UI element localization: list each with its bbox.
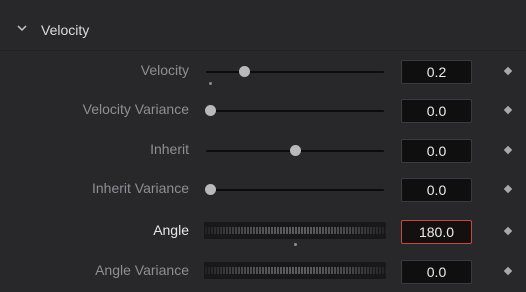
velocity-variance-label: Velocity Variance xyxy=(82,101,189,117)
velocity-slider-track[interactable] xyxy=(206,71,384,73)
inherit-variance-row: Inherit Variance 0.0 xyxy=(0,170,526,206)
velocity-variance-row: Velocity Variance 0.0 xyxy=(0,91,526,127)
angle-keyframe-icon[interactable] xyxy=(503,226,513,236)
angle-label: Angle xyxy=(153,222,189,238)
angle-variance-label: Angle Variance xyxy=(95,262,189,278)
inherit-variance-label: Inherit Variance xyxy=(91,180,189,196)
angle-variance-row: Angle Variance 0.0 xyxy=(0,252,526,288)
inherit-keyframe-icon[interactable] xyxy=(503,145,513,155)
velocity-slider-thumb[interactable] xyxy=(239,66,250,77)
inherit-variance-slider-track[interactable] xyxy=(206,189,384,191)
angle-variance-value-field[interactable]: 0.0 xyxy=(401,260,472,284)
chevron-down-icon[interactable] xyxy=(17,23,27,33)
velocity-variance-slider-track[interactable] xyxy=(206,110,384,112)
angle-thumbwheel-graphic xyxy=(205,227,386,234)
velocity-keyframe-icon[interactable] xyxy=(503,66,513,76)
angle-default-marker xyxy=(294,243,297,246)
angle-variance-thumbwheel-graphic xyxy=(205,267,386,274)
velocity-default-marker xyxy=(209,82,212,85)
inherit-variance-value-field[interactable]: 0.0 xyxy=(401,178,472,202)
angle-thumbwheel[interactable] xyxy=(204,222,386,239)
velocity-variance-keyframe-icon[interactable] xyxy=(503,105,513,115)
inherit-variance-keyframe-icon[interactable] xyxy=(503,184,513,194)
velocity-section-header[interactable]: Velocity xyxy=(0,0,526,51)
velocity-variance-value-field[interactable]: 0.0 xyxy=(401,99,472,123)
angle-value-field[interactable]: 180.0 xyxy=(401,220,472,244)
section-title: Velocity xyxy=(41,22,90,38)
velocity-row: Velocity 0.2 xyxy=(0,52,526,88)
inspector-panel: Velocity Velocity 0.2 Velocity Variance … xyxy=(0,0,526,292)
angle-variance-thumbwheel[interactable] xyxy=(204,262,386,279)
velocity-value-field[interactable]: 0.2 xyxy=(401,60,472,84)
inherit-variance-slider-thumb[interactable] xyxy=(205,184,216,195)
velocity-label: Velocity xyxy=(140,62,189,78)
inherit-label: Inherit xyxy=(150,141,189,157)
inherit-row: Inherit 0.0 xyxy=(0,131,526,167)
inherit-slider-thumb[interactable] xyxy=(290,145,301,156)
angle-row: Angle 180.0 xyxy=(0,212,526,248)
angle-variance-keyframe-icon[interactable] xyxy=(503,266,513,276)
velocity-variance-slider-thumb[interactable] xyxy=(205,105,216,116)
inherit-value-field[interactable]: 0.0 xyxy=(401,139,472,163)
